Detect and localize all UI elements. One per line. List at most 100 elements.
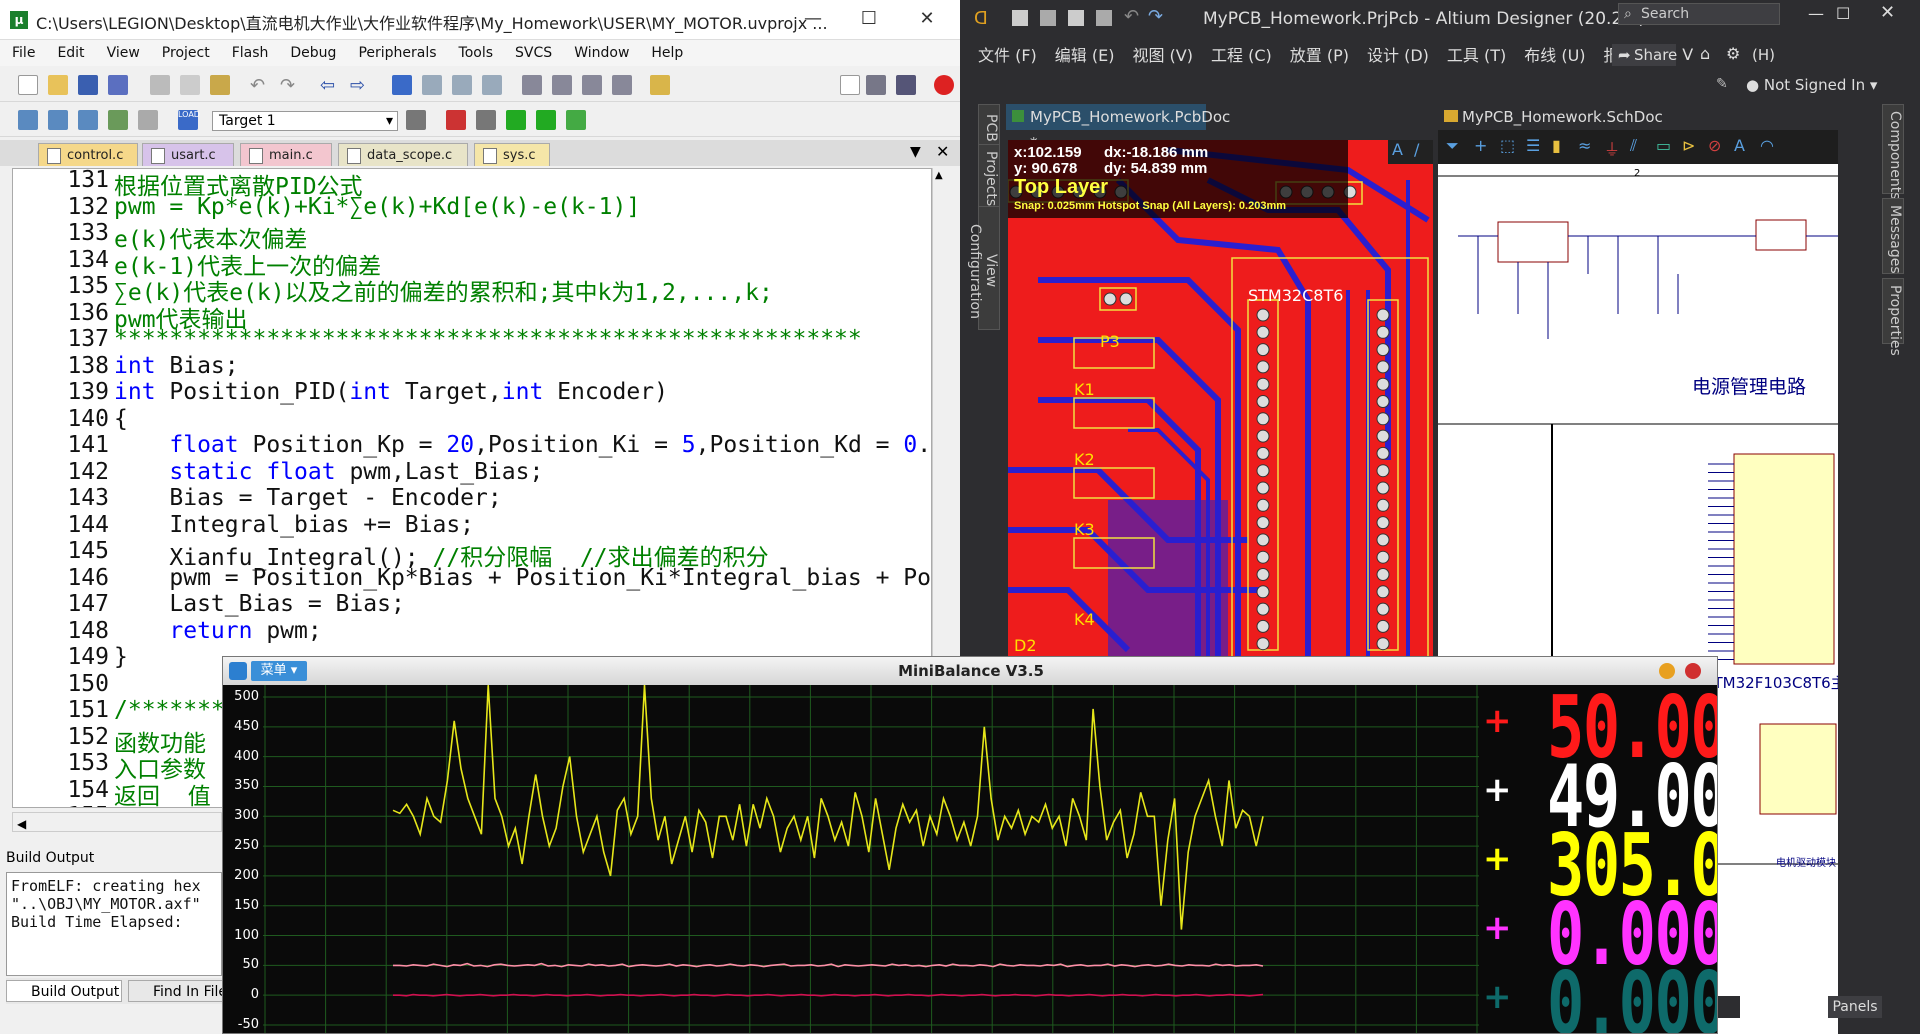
scroll-left-icon[interactable]: ◀ (13, 817, 26, 831)
altium-menu-item[interactable]: 文件 (F) (978, 42, 1037, 66)
altium-menu-item[interactable]: 布线 (U) (1524, 42, 1585, 66)
target-options-icon[interactable] (406, 110, 426, 130)
save-icon[interactable] (1012, 10, 1028, 26)
tab-schdoc[interactable]: MyPCB_Homework.SchDoc (1438, 104, 1698, 130)
altium-menu-item[interactable]: 编辑 (E) (1055, 42, 1115, 66)
component-icon[interactable]: ▮ (1552, 136, 1561, 155)
help-menu[interactable]: (H) (1752, 46, 1775, 64)
redo-icon[interactable]: ↷ (1148, 6, 1163, 27)
indent-icon[interactable] (522, 75, 542, 95)
panel-messages[interactable]: Messages (1882, 198, 1904, 274)
unindent-icon[interactable] (552, 75, 572, 95)
filter-icon[interactable]: ⏷ (1446, 136, 1459, 156)
keil-menu-window[interactable]: Window (574, 45, 629, 61)
keil-menu-project[interactable]: Project (162, 45, 210, 61)
file-extensions-icon[interactable] (476, 110, 496, 130)
runtime-env-icon[interactable] (566, 110, 586, 130)
readout-add-button[interactable]: + (1483, 977, 1512, 1017)
home-icon[interactable]: ⌂ (1700, 44, 1710, 63)
translate-icon[interactable] (18, 110, 38, 130)
undo-icon[interactable]: ↶ (250, 75, 270, 96)
altium-menu-item[interactable]: 工具 (T) (1447, 42, 1506, 66)
stop-build-icon[interactable] (138, 110, 158, 130)
download-icon[interactable]: LOAD (178, 110, 200, 130)
text-tool-icon[interactable]: A (1734, 136, 1745, 155)
panels-button[interactable]: Panels (1828, 996, 1882, 1018)
altium-menu-item[interactable]: 工程 (C) (1211, 42, 1272, 66)
bookmark-prev-icon[interactable] (422, 75, 442, 95)
tab-build-output[interactable]: Build Output (6, 980, 122, 1002)
rebuild-icon[interactable] (78, 110, 98, 130)
keil-menu-file[interactable]: File (12, 45, 35, 61)
tab-usart-c[interactable]: usart.c (142, 143, 234, 166)
wire-icon[interactable]: ≈ (1578, 136, 1591, 155)
panel-pcb[interactable]: PCB (978, 104, 1000, 146)
tab-main-c[interactable]: main.c (240, 143, 332, 166)
dropdown-icon[interactable] (840, 75, 860, 95)
editor-horizontal-scrollbar[interactable]: ◀ (12, 812, 222, 832)
redo-icon[interactable]: ↷ (280, 75, 300, 96)
undo-icon[interactable]: ↶ (1124, 6, 1139, 27)
bookmark-icon[interactable] (392, 75, 412, 95)
keil-menu-svcs[interactable]: SVCS (515, 45, 552, 61)
close-icon[interactable]: ✕ (914, 6, 940, 32)
tab-data-scope-c[interactable]: data_scope.c (338, 143, 468, 166)
bookmark-next-icon[interactable] (452, 75, 472, 95)
save-icon[interactable] (78, 75, 98, 95)
forward-icon[interactable]: ⇨ (350, 75, 370, 96)
sign-in-status[interactable]: ● Not Signed In ▾ (1746, 76, 1877, 94)
minimize-icon[interactable]: — (1808, 4, 1824, 23)
notification-icon[interactable]: ✎ (1716, 76, 1728, 92)
cut-icon[interactable] (150, 75, 170, 95)
bookmark-clear-icon[interactable] (482, 75, 502, 95)
find-icon[interactable] (866, 75, 886, 95)
keil-menu-flash[interactable]: Flash (232, 45, 269, 61)
minimize-icon[interactable]: — (800, 6, 826, 32)
copy-icon[interactable] (180, 75, 200, 95)
readout-add-button[interactable]: + (1483, 701, 1512, 741)
keil-menu-view[interactable]: View (107, 45, 140, 61)
save-all-icon[interactable] (1040, 10, 1056, 26)
build-icon[interactable] (48, 110, 68, 130)
harness-icon[interactable]: ▭ (1656, 136, 1671, 155)
comment-icon[interactable] (582, 75, 602, 95)
panel-projects[interactable]: Projects (978, 144, 1000, 208)
pcb-canvas[interactable]: x:102.159 dx:-18.186 mm y: 90.678 dy: 54… (1008, 140, 1433, 660)
arc-icon[interactable]: ◠ (1760, 136, 1774, 155)
add-icon[interactable]: + (1474, 136, 1487, 155)
gnd-icon[interactable]: ⏚ (1604, 136, 1620, 160)
tab-control-c[interactable]: control.c (38, 143, 138, 166)
close-icon[interactable] (1685, 663, 1701, 679)
maximize-icon[interactable]: ☐ (856, 6, 882, 32)
back-icon[interactable]: ⇦ (320, 75, 340, 96)
gear-icon[interactable]: ⚙ (1726, 44, 1740, 63)
port-icon[interactable]: ⊳ (1682, 136, 1695, 155)
altium-menu-item[interactable]: 设计 (D) (1367, 42, 1429, 66)
text-tool-icon[interactable]: A (1392, 140, 1403, 159)
open-project-icon[interactable] (1096, 10, 1112, 26)
debug-session-icon[interactable] (934, 75, 954, 95)
keil-menu-peripherals[interactable]: Peripherals (358, 45, 436, 61)
bus-icon[interactable]: ⫽ (1630, 136, 1637, 156)
keil-menu-edit[interactable]: Edit (57, 45, 84, 61)
line-tool-icon[interactable]: / (1414, 140, 1419, 159)
tab-list-chevron-icon[interactable]: ▼ (910, 144, 921, 160)
manage-project-icon[interactable] (446, 110, 466, 130)
minimize-icon[interactable] (1659, 663, 1675, 679)
keil-menu-help[interactable]: Help (651, 45, 683, 61)
select-icon[interactable]: ⬚ (1500, 136, 1515, 155)
readout-add-button[interactable]: + (1483, 839, 1512, 879)
altium-menu-item[interactable]: 视图 (V) (1132, 42, 1193, 66)
readout-add-button[interactable]: + (1483, 770, 1512, 810)
readout-add-button[interactable]: + (1483, 908, 1512, 948)
tab-close-icon[interactable]: ✕ (936, 142, 949, 161)
open-folder-icon[interactable] (1068, 10, 1084, 26)
save-all-icon[interactable] (108, 75, 128, 95)
share-button[interactable]: ➦ Share (1612, 44, 1677, 66)
align-icon[interactable]: ☰ (1526, 136, 1540, 155)
tab-pcbdoc[interactable]: MyPCB_Homework.PcbDoc * (1006, 104, 1230, 152)
select-packs-icon[interactable] (536, 110, 556, 130)
altium-menu-item[interactable]: 放置 (P) (1290, 42, 1349, 66)
panel-components[interactable]: Components (1882, 104, 1904, 200)
close-icon[interactable]: ✕ (1880, 2, 1895, 23)
